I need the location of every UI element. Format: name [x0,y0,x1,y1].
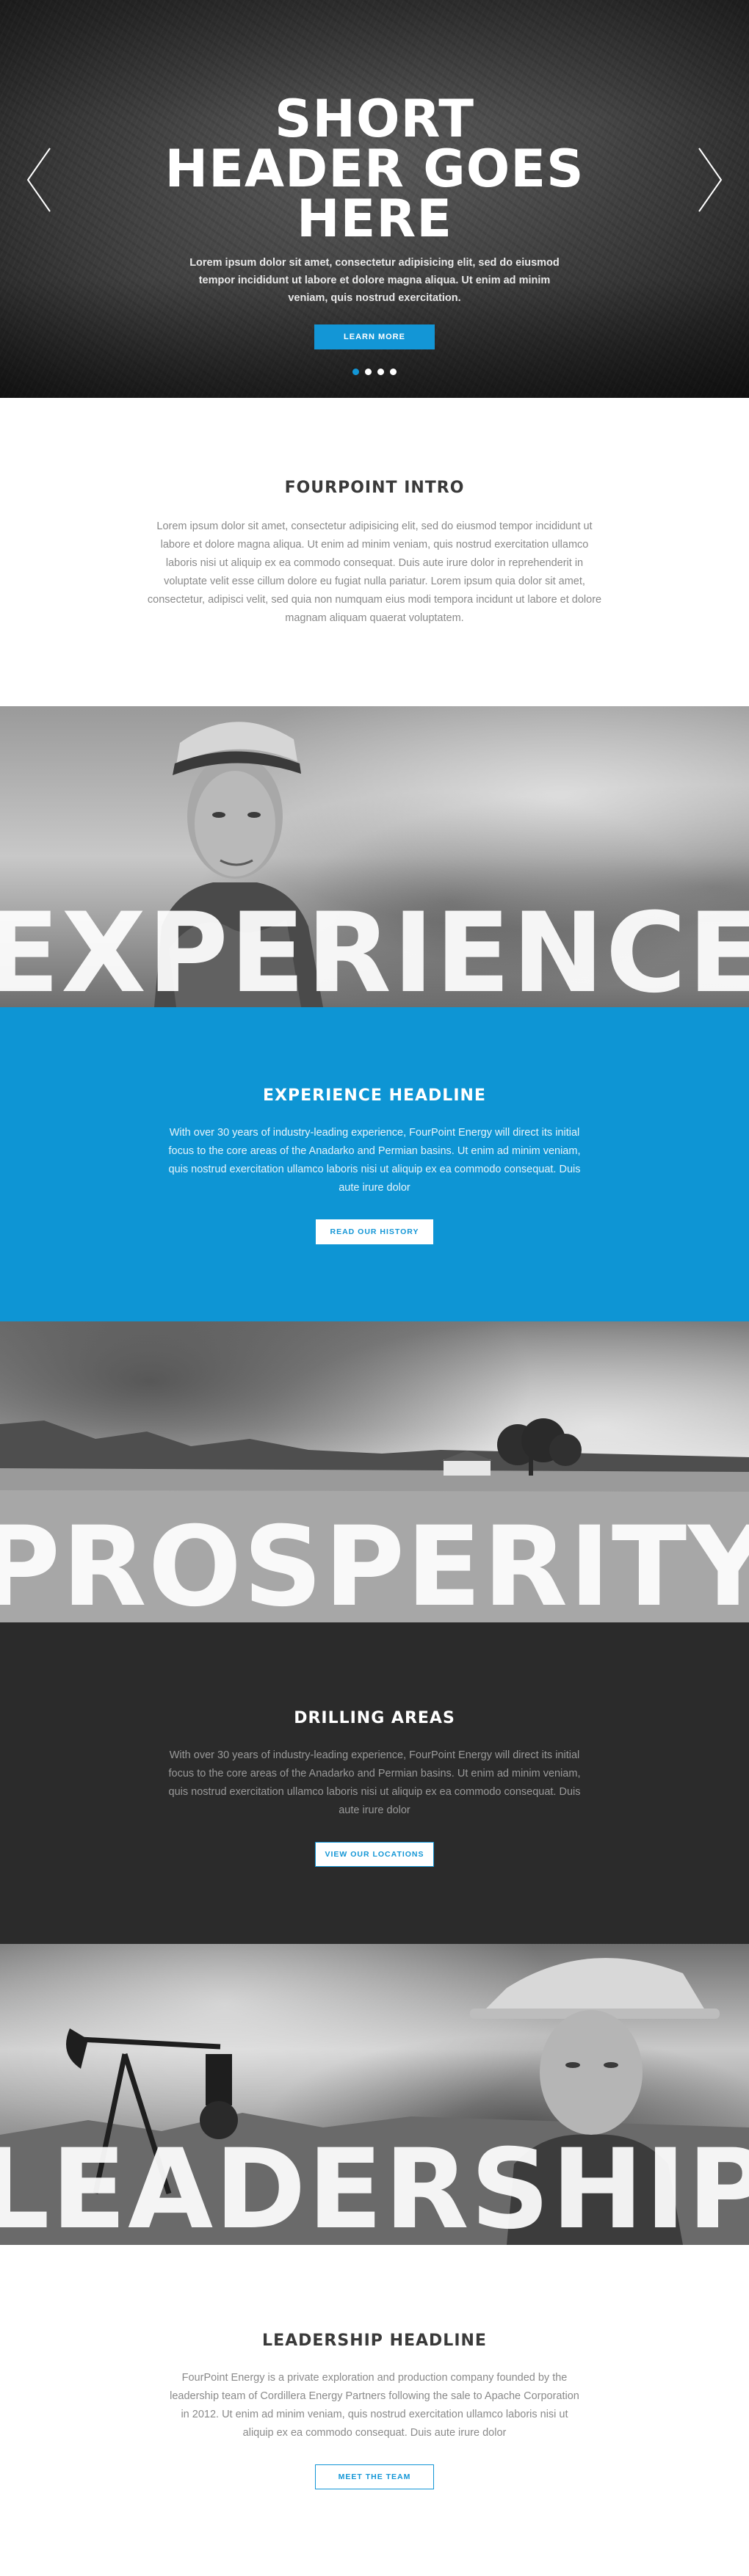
slider-dot[interactable] [365,369,372,375]
drilling-text: With over 30 years of industry-leading e… [168,1749,581,1816]
intro-text: Lorem ipsum dolor sit amet, consectetur … [147,520,602,624]
leadership-section: LEADERSHIP HEADLINE FourPoint Energy is … [0,2245,749,2567]
leadership-text: FourPoint Energy is a private exploratio… [170,2372,579,2439]
slider-dot[interactable] [377,369,384,375]
hero-slider: SHORT HEADER GOES HERE Lorem ipsum dolor… [0,0,749,398]
chevron-left-icon[interactable] [25,147,54,213]
hero-title: SHORT HEADER GOES HERE [164,89,585,249]
experience-section: EXPERIENCE HEADLINE With over 30 years o… [0,1007,749,1321]
leadership-band-word: LEADERSHIP [0,2126,749,2245]
slider-dot[interactable] [390,369,397,375]
learn-more-button[interactable]: LEARN MORE [314,324,435,349]
intro-section: FOURPOINT INTRO Lorem ipsum dolor sit am… [0,398,749,706]
experience-heading: EXPERIENCE HEADLINE [263,1086,486,1105]
experience-photo-band: EXPERIENCE [0,706,749,1007]
intro-heading: FOURPOINT INTRO [284,479,465,497]
drilling-heading: DRILLING AREAS [294,1709,455,1727]
prosperity-band-word: PROSPERITY [0,1503,749,1622]
read-our-history-button[interactable]: READ OUR HISTORY [316,1219,433,1244]
meet-the-team-button[interactable]: MEET THE TEAM [315,2464,434,2489]
drilling-areas-section: DRILLING AREAS With over 30 years of ind… [0,1622,749,1944]
hero-text: Lorem ipsum dolor sit amet, consectetur … [189,257,560,304]
leadership-photo-band: LEADERSHIP [0,1944,749,2245]
prosperity-photo-band: PROSPERITY [0,1321,749,1622]
leadership-heading: LEADERSHIP HEADLINE [262,2332,487,2350]
experience-text: With over 30 years of industry-leading e… [168,1127,581,1194]
chevron-right-icon[interactable] [695,147,724,213]
slider-dot[interactable] [352,369,359,375]
slider-dots [0,366,749,379]
view-our-locations-button[interactable]: VIEW OUR LOCATIONS [315,1842,434,1867]
experience-band-word: EXPERIENCE [0,890,749,1007]
